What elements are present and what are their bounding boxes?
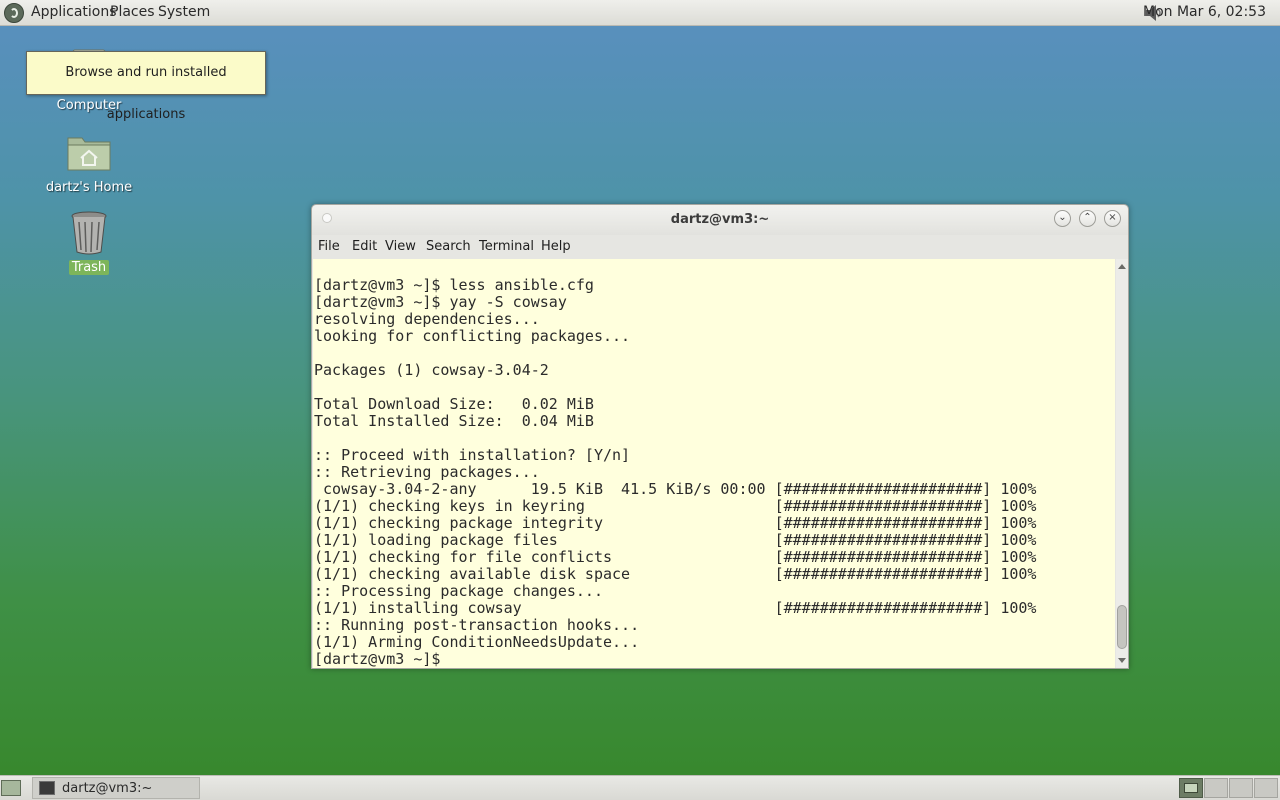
workspace-2[interactable] bbox=[1204, 778, 1228, 798]
desktop-label-trash: Trash bbox=[68, 260, 110, 275]
terminal-line: cowsay-3.04-2-any 19.5 KiB 41.5 KiB/s 00… bbox=[314, 480, 1037, 498]
terminal-line: Total Installed Size: 0.04 MiB bbox=[314, 412, 594, 430]
terminal-icon bbox=[39, 781, 55, 795]
maximize-icon[interactable]: ⌃ bbox=[1079, 210, 1096, 227]
scrollbar-thumb[interactable] bbox=[1117, 605, 1127, 649]
places-menu[interactable]: Places bbox=[110, 4, 155, 20]
terminal-output[interactable]: [dartz@vm3 ~]$ less ansible.cfg [dartz@vm… bbox=[313, 259, 1115, 668]
tooltip: Browse and run installed applications bbox=[26, 51, 266, 122]
scroll-down-icon[interactable] bbox=[1118, 658, 1126, 663]
show-desktop-icon[interactable] bbox=[1, 780, 21, 796]
terminal-line: looking for conflicting packages... bbox=[314, 327, 631, 345]
close-icon[interactable]: × bbox=[1104, 210, 1121, 227]
desktop-icon-trash[interactable]: Trash bbox=[34, 208, 144, 275]
top-panel: Applications Places System Mon Mar 6, 02… bbox=[0, 0, 1280, 26]
terminal-line: (1/1) Arming ConditionNeedsUpdate... bbox=[314, 633, 640, 651]
terminal-line: (1/1) installing cowsay [###############… bbox=[314, 599, 1037, 617]
terminal-line: resolving dependencies... bbox=[314, 310, 540, 328]
system-menu[interactable]: System bbox=[158, 4, 210, 20]
workspace-1[interactable] bbox=[1179, 778, 1203, 798]
terminal-menubar: File Edit View Search Terminal Help bbox=[312, 235, 1128, 259]
terminal-text: [dartz@vm3 ~]$ less ansible.cfg [dartz@vm… bbox=[314, 277, 1036, 668]
menu-file[interactable]: File bbox=[318, 239, 340, 254]
terminal-line: (1/1) checking available disk space [###… bbox=[314, 565, 1037, 583]
terminal-prompt: [dartz@vm3 ~]$ bbox=[314, 650, 441, 668]
terminal-line: [dartz@vm3 ~]$ less ansible.cfg bbox=[314, 276, 594, 294]
terminal-line: Total Download Size: 0.02 MiB bbox=[314, 395, 594, 413]
workspace-4[interactable] bbox=[1254, 778, 1278, 798]
menu-logo-icon[interactable] bbox=[4, 3, 24, 23]
terminal-scrollbar[interactable] bbox=[1116, 259, 1128, 668]
terminal-line: (1/1) checking keys in keyring [########… bbox=[314, 497, 1037, 515]
trash-icon bbox=[71, 211, 107, 255]
terminal-line: :: Processing package changes... bbox=[314, 582, 603, 600]
menu-view[interactable]: View bbox=[385, 239, 416, 254]
terminal-line: Packages (1) cowsay-3.04-2 bbox=[314, 361, 549, 379]
home-folder-icon bbox=[67, 137, 111, 171]
window-titlebar[interactable]: dartz@vm3:~ ⌄ ⌃ × bbox=[312, 205, 1128, 235]
bottom-panel: dartz@vm3:~ bbox=[0, 775, 1280, 800]
terminal-line: :: Proceed with installation? [Y/n] bbox=[314, 446, 631, 464]
desktop-icon-home[interactable]: dartz's Home bbox=[34, 128, 144, 195]
workspace-3[interactable] bbox=[1229, 778, 1253, 798]
terminal-line: :: Retrieving packages... bbox=[314, 463, 540, 481]
taskbar-window-label: dartz@vm3:~ bbox=[62, 781, 153, 796]
menu-edit[interactable]: Edit bbox=[352, 239, 377, 254]
terminal-line: [dartz@vm3 ~]$ yay -S cowsay bbox=[314, 293, 567, 311]
terminal-line: (1/1) checking for file conflicts [#####… bbox=[314, 548, 1037, 566]
scroll-up-icon[interactable] bbox=[1118, 264, 1126, 269]
menu-search[interactable]: Search bbox=[426, 239, 471, 254]
clock[interactable]: Mon Mar 6, 02:53 bbox=[1143, 4, 1266, 20]
terminal-window[interactable]: dartz@vm3:~ ⌄ ⌃ × File Edit View Search … bbox=[311, 204, 1129, 669]
terminal-line: (1/1) loading package files [###########… bbox=[314, 531, 1037, 549]
terminal-line: (1/1) checking package integrity [######… bbox=[314, 514, 1037, 532]
applications-menu[interactable]: Applications bbox=[31, 4, 117, 20]
taskbar-window-button[interactable]: dartz@vm3:~ bbox=[32, 777, 200, 799]
menu-help[interactable]: Help bbox=[541, 239, 571, 254]
window-title: dartz@vm3:~ bbox=[670, 212, 770, 227]
terminal-line: :: Running post-transaction hooks... bbox=[314, 616, 640, 634]
minimize-icon[interactable]: ⌄ bbox=[1054, 210, 1071, 227]
menu-terminal[interactable]: Terminal bbox=[479, 239, 534, 254]
desktop-label-home: dartz's Home bbox=[45, 180, 133, 195]
